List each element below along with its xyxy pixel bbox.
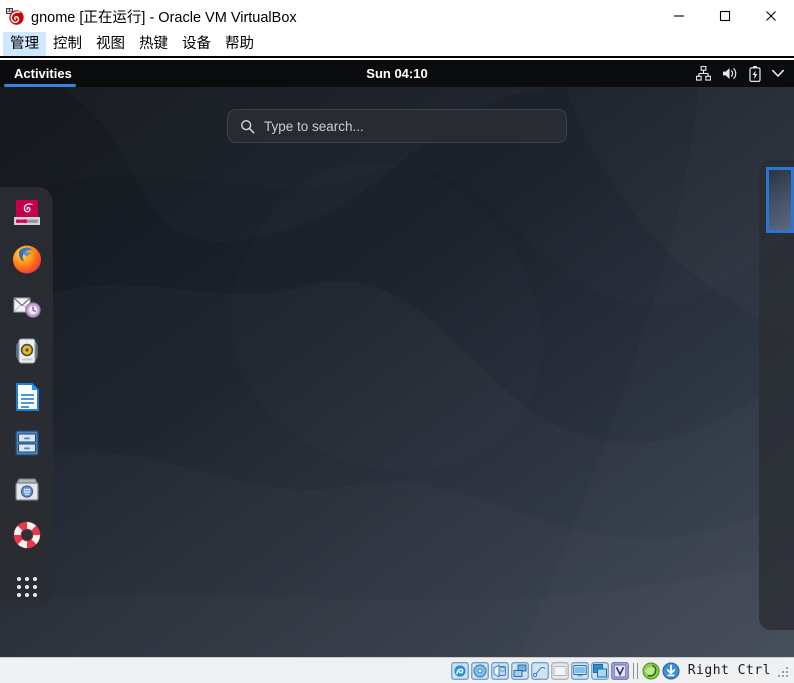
dock-item-evolution[interactable]	[10, 288, 44, 322]
activities-button[interactable]: Activities	[2, 62, 84, 87]
status-floppy-icon[interactable]	[491, 661, 509, 680]
chevron-down-icon	[772, 69, 784, 78]
status-usb-icon[interactable]	[531, 661, 549, 680]
app-grid-icon	[16, 577, 37, 597]
status-display-icon[interactable]	[571, 661, 589, 680]
status-mouse-capture-icon[interactable]	[642, 662, 660, 680]
status-recording-icon[interactable]	[591, 661, 609, 680]
menu-item-hotkeys[interactable]: 热键	[132, 32, 175, 56]
dock-item-help[interactable]	[10, 518, 44, 552]
menu-item-view[interactable]: 视图	[89, 32, 132, 56]
dock-item-show-apps[interactable]	[10, 570, 44, 604]
file-cabinet-icon	[11, 427, 43, 459]
window-title: gnome [正在运行] - Oracle VM VirtualBox	[31, 9, 297, 26]
writer-document-icon	[11, 381, 43, 413]
status-keyboard-icon[interactable]	[662, 662, 680, 680]
status-virtualization-icon[interactable]	[611, 661, 629, 680]
dock-item-firefox[interactable]	[10, 242, 44, 276]
menubar: 管理 控制 视图 热键 设备 帮助	[0, 32, 794, 58]
firefox-icon	[11, 243, 43, 275]
window-controls	[656, 0, 794, 32]
search-placeholder: Type to search...	[264, 118, 364, 134]
gnome-top-bar: Activities Sun 04:10	[0, 60, 794, 87]
host-key-label: Right Ctrl	[687, 663, 771, 678]
software-store-icon	[11, 473, 43, 505]
network-wired-icon	[696, 66, 711, 81]
close-button[interactable]	[748, 0, 794, 32]
window-titlebar: gnome [正在运行] - Oracle VM VirtualBox	[0, 0, 794, 32]
workspace-thumbnail-1[interactable]	[766, 167, 794, 233]
menu-item-manage[interactable]: 管理	[3, 32, 46, 56]
evolution-mail-icon	[11, 289, 43, 321]
status-optical-drive-icon[interactable]	[471, 661, 489, 680]
gnome-dock	[0, 187, 53, 608]
dock-item-rhythmbox[interactable]	[10, 334, 44, 368]
statusbar-separator	[632, 662, 638, 679]
battery-charging-icon	[749, 65, 761, 82]
virtualbox-statusbar: Right Ctrl	[0, 657, 794, 683]
activities-label: Activities	[14, 65, 72, 81]
search-icon	[240, 119, 255, 134]
menu-item-devices[interactable]: 设备	[175, 32, 218, 56]
volume-icon	[722, 66, 738, 81]
rhythmbox-icon	[11, 335, 43, 367]
guest-screen[interactable]: Activities Sun 04:10 Type to search...	[0, 60, 794, 657]
status-network-icon[interactable]	[511, 661, 529, 680]
desktop-wallpaper	[0, 87, 794, 657]
virtualbox-icon	[5, 6, 24, 26]
dock-item-writer[interactable]	[10, 380, 44, 414]
lifebuoy-icon	[11, 519, 43, 551]
workspace-switcher[interactable]	[759, 160, 794, 630]
maximize-button[interactable]	[702, 0, 748, 32]
status-hard-disk-icon[interactable]	[451, 661, 469, 680]
resize-grip[interactable]	[778, 665, 790, 677]
menu-item-control[interactable]: 控制	[46, 32, 89, 56]
dock-item-debian-installer[interactable]	[10, 196, 44, 230]
dock-item-software[interactable]	[10, 472, 44, 506]
search-input[interactable]: Type to search...	[227, 109, 567, 143]
clock-menu[interactable]: Sun 04:10	[0, 66, 794, 81]
debian-installer-icon	[11, 197, 43, 229]
virtualbox-window: gnome [正在运行] - Oracle VM VirtualBox 管理 控…	[0, 0, 794, 683]
menu-item-help[interactable]: 帮助	[218, 32, 261, 56]
status-shared-folders-icon[interactable]	[551, 661, 569, 680]
minimize-button[interactable]	[656, 0, 702, 32]
search-bar-container: Type to search...	[0, 109, 794, 143]
dock-item-files[interactable]	[10, 426, 44, 460]
clock-label: Sun 04:10	[366, 66, 428, 81]
system-tray[interactable]	[696, 65, 794, 82]
